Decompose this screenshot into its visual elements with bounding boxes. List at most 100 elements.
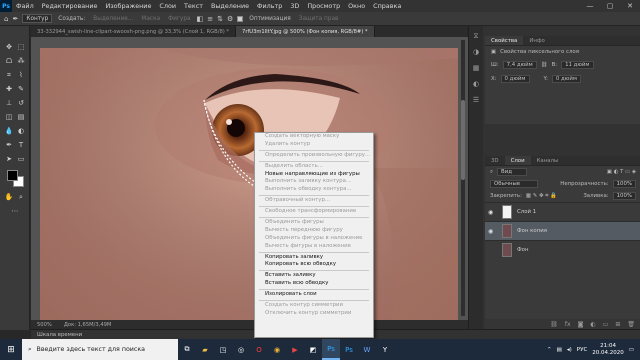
context-menu-item[interactable]: Новые направляющие из фигуры <box>255 171 373 179</box>
menu-image[interactable]: Изображение <box>101 2 155 10</box>
tray-arrow-icon[interactable]: ⌃ <box>547 347 552 353</box>
path-ops-icon[interactable]: ◧ <box>197 15 204 23</box>
yandex-icon[interactable]: Y <box>376 339 394 360</box>
media-icon[interactable]: ▶ <box>286 339 304 360</box>
add-mask-icon[interactable]: ◙ <box>578 321 584 328</box>
pen-tool-icon[interactable]: ✒ <box>12 15 18 23</box>
eye-icon[interactable]: ◉ <box>488 209 496 216</box>
context-menu-item[interactable]: Изолировать слои <box>255 291 373 299</box>
autoalign-checkbox[interactable] <box>237 15 244 22</box>
eraser-tool-icon[interactable]: ◫ <box>4 112 14 122</box>
zoom-tool-icon[interactable]: ⌕ <box>16 192 26 202</box>
steam-icon[interactable]: ◎ <box>232 339 250 360</box>
tab-properties[interactable]: Свойства <box>485 36 524 45</box>
lock-icons[interactable]: ▦ ✎ ✥ ⌗ 🔒 <box>526 193 557 200</box>
clone-stamp-icon[interactable]: ⊥ <box>4 98 14 108</box>
context-menu-item[interactable]: Копировать заливку <box>255 254 373 262</box>
fx-icon[interactable]: fx <box>565 321 571 328</box>
layer-row-sloy1[interactable]: ◉ Слой 1 <box>485 202 640 221</box>
tab-swish-document[interactable]: 33-332944_swish-line-clipart-swoosh-png.… <box>31 26 237 37</box>
marquee-tool-icon[interactable]: ⬚ <box>16 42 26 52</box>
magic-wand-icon[interactable]: ⁂ <box>16 56 26 66</box>
chrome-icon[interactable]: ◉ <box>268 339 286 360</box>
context-menu-item[interactable]: Копировать всю обводку <box>255 261 373 269</box>
home-icon[interactable]: ⌂ <box>4 15 8 23</box>
menu-layers[interactable]: Слои <box>155 2 180 10</box>
link-layers-icon[interactable]: ⛓ <box>550 321 558 328</box>
gear-icon[interactable]: ⚙ <box>227 15 233 23</box>
height-field[interactable]: 11 дюйм <box>561 61 594 69</box>
file-explorer-icon[interactable]: ▰ <box>196 339 214 360</box>
task-view-icon[interactable]: ⧉ <box>178 339 196 360</box>
photoshop-taskbar-icon[interactable]: Ps <box>322 339 340 360</box>
tab-3d[interactable]: 3D <box>485 156 505 165</box>
layer-row-fon[interactable]: Фон <box>485 240 640 259</box>
menu-window[interactable]: Окно <box>344 2 369 10</box>
minimize-icon[interactable]: — <box>580 0 600 12</box>
tab-channels[interactable]: Каналы <box>531 156 565 165</box>
word-icon[interactable]: W <box>358 339 376 360</box>
y-field[interactable]: 0 дюйм <box>551 75 581 83</box>
healing-brush-icon[interactable]: ✚ <box>4 84 14 94</box>
canvas-vertical-scrollbar[interactable] <box>461 40 465 316</box>
crop-tool-icon[interactable]: ⌗ <box>4 70 14 80</box>
taskbar-search-box[interactable]: ⌕ Введите здесь текст для поиска <box>22 339 178 360</box>
menu-type[interactable]: Текст <box>180 2 207 10</box>
path-selection-icon[interactable]: ➤ <box>4 154 14 164</box>
photoshop-taskbar-icon-2[interactable]: Ps <box>340 339 358 360</box>
brush-tool-icon[interactable]: ✎ <box>16 84 26 94</box>
hand-tool-icon[interactable]: ✋ <box>4 192 14 202</box>
move-tool-icon[interactable]: ✥ <box>4 42 14 52</box>
layer-filter-dropdown[interactable]: Вид <box>497 168 528 176</box>
zoom-level[interactable]: 500% <box>37 322 52 328</box>
store-icon[interactable]: ◳ <box>214 339 232 360</box>
app-icon[interactable]: ◩ <box>304 339 322 360</box>
rectangle-tool-icon[interactable]: ▭ <box>16 154 26 164</box>
libraries-panel-icon[interactable]: ☰ <box>471 96 481 106</box>
context-menu-item[interactable]: Вставить заливку <box>255 272 373 280</box>
close-icon[interactable]: ✕ <box>620 0 640 12</box>
layer-row-fon-kopiya[interactable]: ◉ Фон копия <box>485 221 640 240</box>
volume-icon[interactable]: ◂) <box>567 347 572 353</box>
menu-edit[interactable]: Редактирование <box>38 2 102 10</box>
tab-layers[interactable]: Слои <box>504 156 531 165</box>
eye-icon[interactable]: ◉ <box>488 228 496 235</box>
dodge-tool-icon[interactable]: ◐ <box>16 126 26 136</box>
adjustments-panel-icon[interactable]: ◐ <box>471 80 481 90</box>
maximize-icon[interactable]: ▢ <box>600 0 620 12</box>
menu-file[interactable]: Файл <box>12 2 38 10</box>
color-panel-icon[interactable]: ◑ <box>471 48 481 58</box>
opera-icon[interactable]: O <box>250 339 268 360</box>
filter-icons[interactable]: ▣ ◐ T ▭ ◈ <box>607 169 636 175</box>
history-panel-icon[interactable]: ⧖ <box>471 32 481 42</box>
document-canvas[interactable] <box>40 48 458 320</box>
windows-start-icon[interactable]: ⊞ <box>0 339 22 360</box>
context-menu-item[interactable]: Вставить всю обводку <box>255 280 373 288</box>
tool-mode-dropdown[interactable]: Контур <box>22 14 53 23</box>
path-align-icon[interactable]: ≡ <box>207 15 213 23</box>
type-tool-icon[interactable]: T <box>16 140 26 150</box>
fill-field[interactable]: 100% <box>612 192 636 200</box>
clock[interactable]: 21:04 20.04.2020 <box>592 343 624 357</box>
lasso-tool-icon[interactable]: ᗝ <box>4 56 14 66</box>
menu-3d[interactable]: 3D <box>286 2 303 10</box>
width-field[interactable]: 7,4 дюйм <box>502 61 537 69</box>
history-brush-icon[interactable]: ↺ <box>16 98 26 108</box>
blend-mode-dropdown[interactable]: Обычные <box>490 180 538 188</box>
make-mask-button[interactable]: Маска <box>139 16 162 22</box>
group-icon[interactable]: ▭ <box>603 321 609 328</box>
language-indicator[interactable]: РУС <box>577 347 588 353</box>
x-field[interactable]: 0 дюйм <box>500 75 530 83</box>
opacity-field[interactable]: 100% <box>612 180 636 188</box>
blur-tool-icon[interactable]: 💧 <box>4 126 14 136</box>
network-icon[interactable]: ▤ <box>557 347 562 353</box>
menu-help[interactable]: Справка <box>369 2 405 10</box>
menu-filter[interactable]: Фильтр <box>253 2 286 10</box>
foreground-color-swatch[interactable] <box>7 170 18 181</box>
new-layer-icon[interactable]: ⊞ <box>615 321 620 328</box>
path-arrange-icon[interactable]: ⇅ <box>217 15 223 23</box>
link-icon[interactable]: ⛓ <box>541 62 548 68</box>
menu-view[interactable]: Просмотр <box>303 2 344 10</box>
make-shape-button[interactable]: Фигура <box>166 16 192 22</box>
tab-info[interactable]: Инфо <box>523 36 550 45</box>
